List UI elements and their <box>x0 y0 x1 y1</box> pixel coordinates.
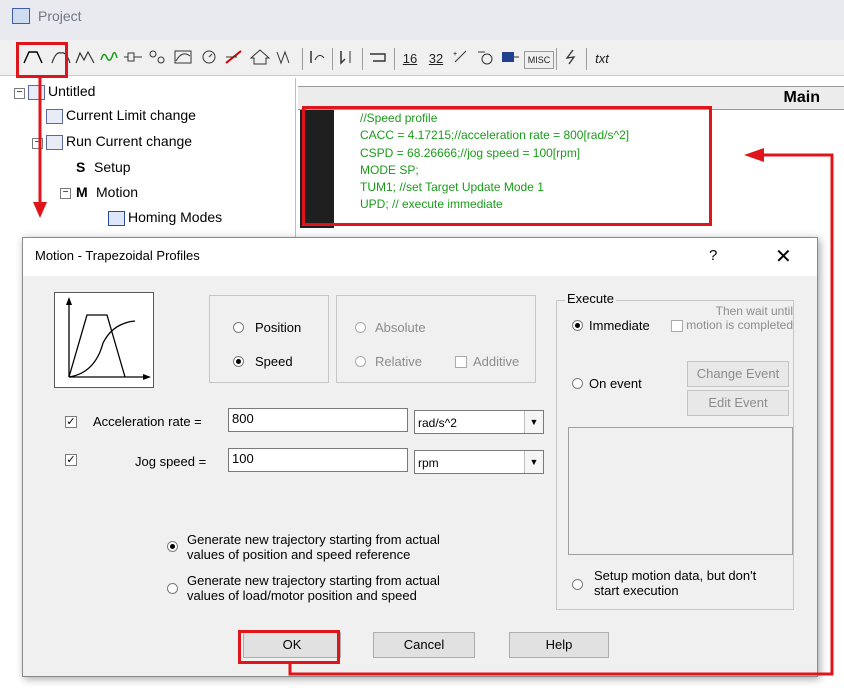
annotation-arrows <box>33 78 834 676</box>
